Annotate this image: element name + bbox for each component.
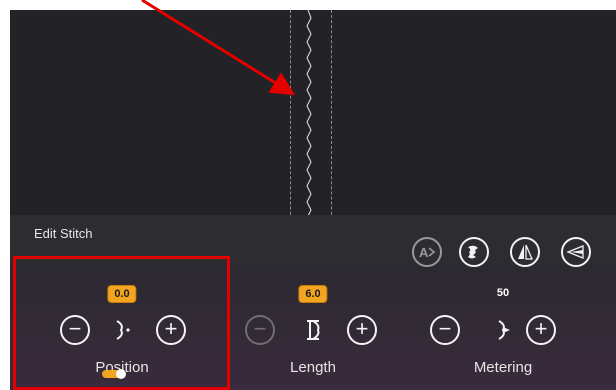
annotation-arrow bbox=[141, 0, 296, 96]
arrow-shaft bbox=[141, 0, 296, 96]
